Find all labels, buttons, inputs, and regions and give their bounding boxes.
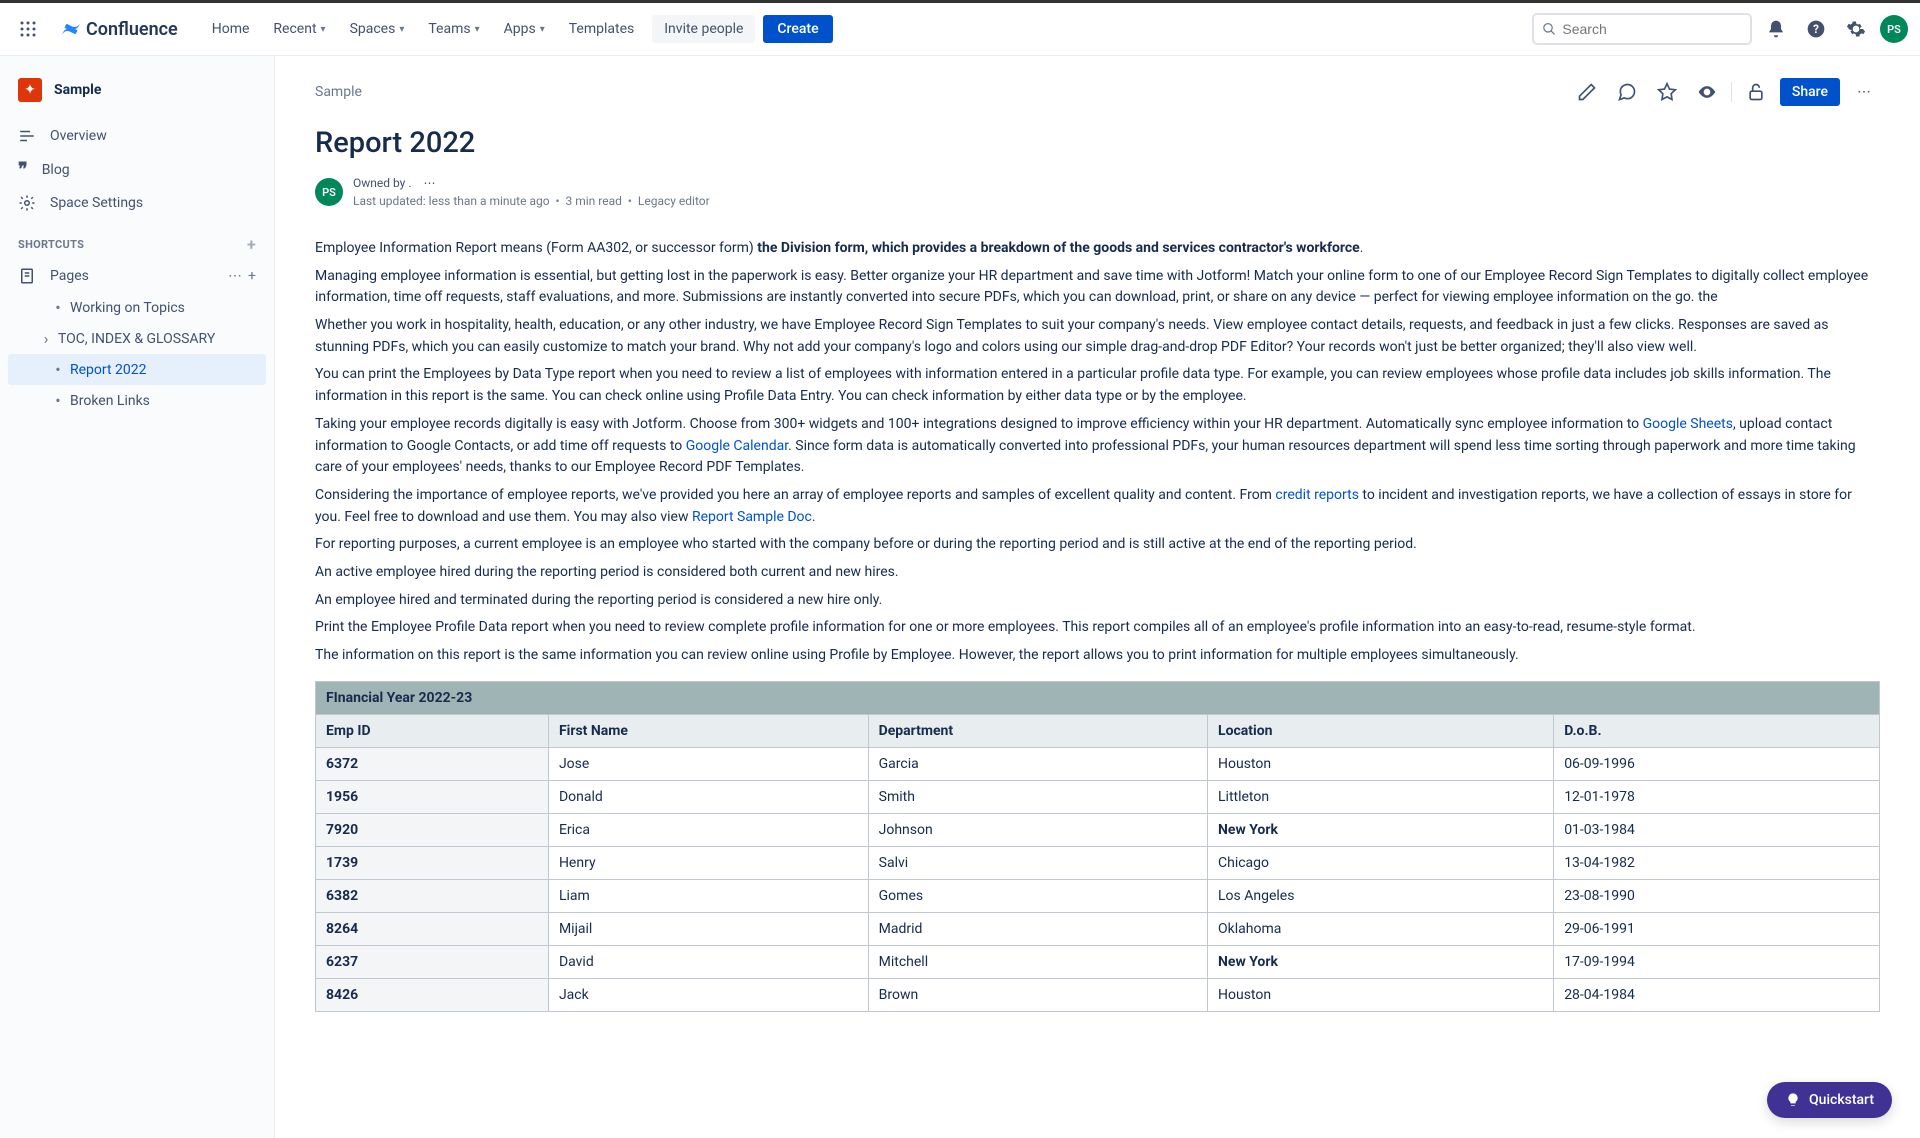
sidebar-space-settings[interactable]: Space Settings (8, 187, 266, 219)
help-icon[interactable]: ? (1800, 13, 1832, 45)
read-time: 3 min read (566, 194, 622, 208)
blog-icon: ❞ (18, 159, 28, 180)
overview-icon (18, 127, 36, 145)
more-actions-icon[interactable]: ⋯ (1848, 76, 1880, 108)
app-switcher-icon[interactable] (12, 13, 44, 45)
table-header-row: Emp ID First Name Department Location D.… (316, 714, 1880, 747)
bullet-icon: • (52, 360, 64, 379)
page-header: Sample Share ⋯ (315, 76, 1880, 108)
nav-apps[interactable]: Apps▾ (494, 15, 555, 43)
search-input[interactable] (1562, 21, 1742, 37)
confluence-logo[interactable]: Confluence (52, 18, 186, 40)
nav-spaces[interactable]: Spaces▾ (340, 15, 415, 43)
chevron-down-icon: ▾ (321, 24, 326, 35)
top-navigation: Confluence Home Recent▾ Spaces▾ Teams▾ A… (0, 0, 1920, 56)
chevron-down-icon: ▾ (475, 24, 480, 35)
page-body: Employee Information Report means (Form … (315, 238, 1880, 667)
lightbulb-icon (1785, 1092, 1801, 1108)
legacy-editor: Legacy editor (638, 194, 710, 208)
chevron-down-icon: ▾ (540, 24, 545, 35)
pages-more-icon[interactable]: ⋯ (228, 268, 242, 284)
edit-icon[interactable] (1571, 76, 1603, 108)
table-row: 6372JoseGarciaHouston06-09-1996 (316, 747, 1880, 780)
page-actions: Share ⋯ (1571, 76, 1880, 108)
last-updated: Last updated: less than a minute ago (353, 194, 550, 208)
app-name: Confluence (86, 19, 178, 40)
author-avatar[interactable]: PS (315, 178, 343, 206)
table-row: 1739HenrySalviChicago13-04-1982 (316, 846, 1880, 879)
nav-recent[interactable]: Recent▾ (263, 15, 335, 43)
employee-table: FInancial Year 2022-23 Emp ID First Name… (315, 681, 1880, 1012)
table-row: 8426JackBrownHouston28-04-1984 (316, 978, 1880, 1011)
chevron-down-icon: ▾ (399, 24, 404, 35)
link-google-sheets[interactable]: Google Sheets (1643, 416, 1733, 432)
tree-report-2022[interactable]: • Report 2022 (8, 354, 266, 385)
add-page-icon[interactable]: + (248, 268, 256, 284)
settings-icon[interactable] (1840, 13, 1872, 45)
comment-icon[interactable] (1611, 76, 1643, 108)
share-button[interactable]: Share (1780, 78, 1840, 106)
table-row: 6382LiamGomesLos Angeles23-08-1990 (316, 879, 1880, 912)
star-icon[interactable] (1651, 76, 1683, 108)
breadcrumb[interactable]: Sample (315, 84, 362, 100)
quickstart-button[interactable]: Quickstart (1767, 1082, 1892, 1118)
search-icon (1542, 21, 1556, 37)
space-header[interactable]: ✦ Sample (8, 72, 266, 108)
bullet-icon: • (52, 391, 64, 410)
create-button[interactable]: Create (763, 15, 832, 43)
divider (1731, 82, 1732, 102)
link-credit-reports[interactable]: credit reports (1275, 487, 1359, 503)
nav-home[interactable]: Home (202, 15, 260, 43)
shortcuts-heading: SHORTCUTS + (8, 219, 266, 260)
bullet-icon: • (52, 298, 64, 317)
table-title: FInancial Year 2022-23 (316, 681, 1880, 714)
tree-working-on-topics[interactable]: • Working on Topics (8, 292, 266, 323)
byline: PS Owned by . ⋯ Last updated: less than … (315, 174, 1880, 210)
page-title: Report 2022 (315, 126, 1880, 160)
watch-icon[interactable] (1691, 76, 1723, 108)
link-report-sample-doc[interactable]: Report Sample Doc (692, 509, 812, 525)
table-row: 6237DavidMitchellNew York17-09-1994 (316, 945, 1880, 978)
search-box[interactable] (1532, 13, 1752, 45)
table-row: 1956DonaldSmithLittleton12-01-1978 (316, 780, 1880, 813)
tree-toc-index[interactable]: › TOC, INDEX & GLOSSARY (8, 323, 266, 354)
table-row: 7920EricaJohnsonNew York01-03-1984 (316, 813, 1880, 846)
tree-broken-links[interactable]: • Broken Links (8, 385, 266, 416)
nav-teams[interactable]: Teams▾ (418, 15, 489, 43)
restrictions-icon[interactable] (1740, 76, 1772, 108)
nav-items: Home Recent▾ Spaces▾ Teams▾ Apps▾ Templa… (202, 15, 645, 43)
notifications-icon[interactable] (1760, 13, 1792, 45)
sidebar: ✦ Sample Overview ❞ Blog + Space Setting… (0, 56, 275, 1138)
byline-more-icon[interactable]: ⋯ (424, 174, 436, 192)
main-content: Sample Share ⋯ Report 2022 PS Owned by .… (275, 56, 1920, 1138)
invite-people-button[interactable]: Invite people (652, 15, 755, 43)
link-google-calendar[interactable]: Google Calendar (686, 438, 788, 454)
sidebar-blog[interactable]: ❞ Blog + (8, 152, 266, 187)
nav-templates[interactable]: Templates (559, 15, 645, 43)
user-avatar[interactable]: PS (1880, 15, 1908, 43)
space-icon: ✦ (18, 78, 42, 102)
gear-icon (18, 194, 36, 212)
sidebar-overview[interactable]: Overview (8, 120, 266, 152)
space-name: Sample (54, 82, 101, 98)
table-row: 8264MijailMadridOklahoma29-06-1991 (316, 912, 1880, 945)
svg-text:?: ? (1813, 22, 1819, 36)
sidebar-pages[interactable]: Pages ⋯ + (8, 260, 266, 292)
chevron-right-icon[interactable]: › (40, 329, 52, 348)
pages-icon (18, 267, 36, 285)
add-shortcut-icon[interactable]: + (247, 235, 256, 254)
